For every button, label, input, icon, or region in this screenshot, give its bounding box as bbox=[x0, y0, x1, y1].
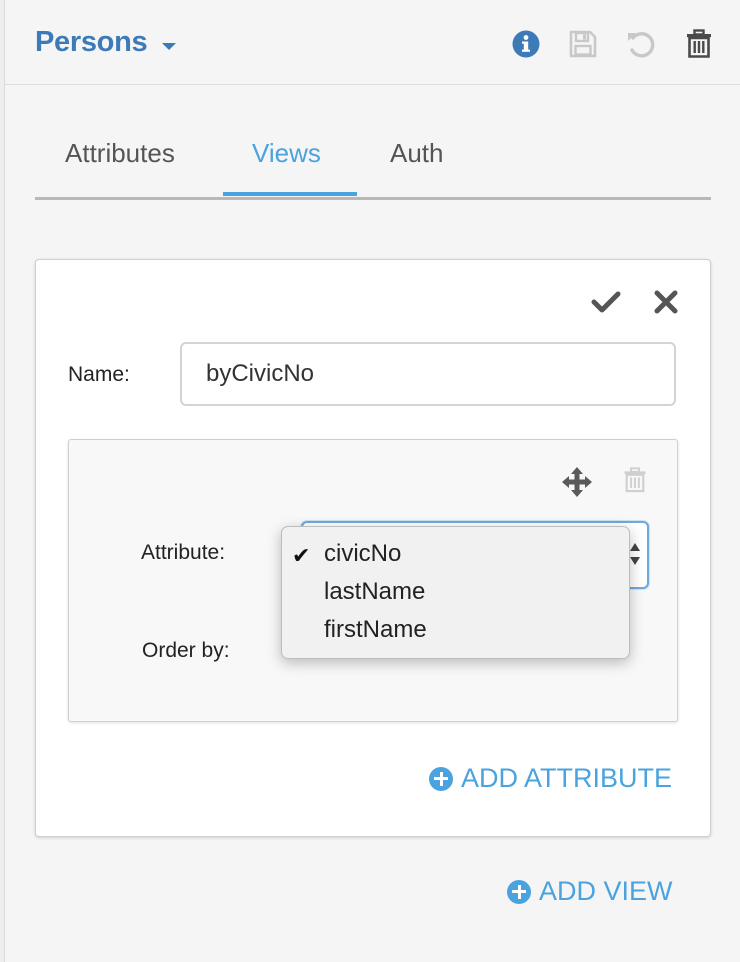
add-attribute-label: ADD ATTRIBUTE bbox=[461, 763, 673, 793]
plus-circle-icon bbox=[429, 766, 453, 791]
plus-circle-icon bbox=[507, 879, 531, 904]
persons-panel: Persons Attributes Views Auth Name: byCi… bbox=[4, 0, 740, 962]
order-by-label: Order by: bbox=[142, 639, 230, 662]
view-editor-card: Name: byCivicNo Attribute: Order by: ✔ c… bbox=[35, 259, 711, 837]
add-attribute-button[interactable]: ADD ATTRIBUTE bbox=[429, 763, 672, 794]
move-handle-icon[interactable] bbox=[560, 465, 594, 499]
undo-icon[interactable] bbox=[625, 28, 657, 62]
confirm-check-icon[interactable] bbox=[590, 286, 622, 318]
chevron-down-icon[interactable] bbox=[162, 43, 176, 50]
save-icon[interactable] bbox=[567, 28, 599, 62]
page-title[interactable]: Persons bbox=[35, 26, 148, 59]
add-view-label: ADD VIEW bbox=[539, 876, 673, 906]
panel-header: Persons bbox=[5, 0, 740, 85]
view-name-field[interactable]: byCivicNo bbox=[180, 342, 676, 406]
checkmark-icon: ✔ bbox=[292, 543, 311, 568]
attribute-label: Attribute: bbox=[141, 541, 226, 564]
tab-auth[interactable]: Auth bbox=[390, 138, 444, 169]
attribute-dropdown-menu: ✔ civicNo lastName firstName bbox=[281, 526, 630, 659]
dropdown-option-lastname[interactable]: lastName bbox=[324, 578, 425, 606]
active-tab-indicator bbox=[223, 192, 357, 196]
dropdown-option-civicno[interactable]: civicNo bbox=[324, 540, 401, 568]
cancel-close-icon[interactable] bbox=[650, 286, 682, 318]
select-arrows-icon bbox=[630, 543, 640, 565]
tab-bar: Attributes Views Auth bbox=[35, 124, 711, 200]
dropdown-option-firstname[interactable]: firstName bbox=[324, 616, 427, 644]
name-label: Name: bbox=[68, 363, 130, 386]
add-view-button[interactable]: ADD VIEW bbox=[507, 876, 673, 907]
trash-icon[interactable] bbox=[621, 465, 649, 497]
tab-attributes[interactable]: Attributes bbox=[65, 138, 175, 169]
tab-views[interactable]: Views bbox=[252, 138, 321, 169]
trash-icon[interactable] bbox=[683, 28, 715, 62]
info-icon[interactable] bbox=[510, 28, 542, 62]
view-attribute-block: Attribute: Order by: ✔ civicNo lastName … bbox=[68, 439, 678, 722]
